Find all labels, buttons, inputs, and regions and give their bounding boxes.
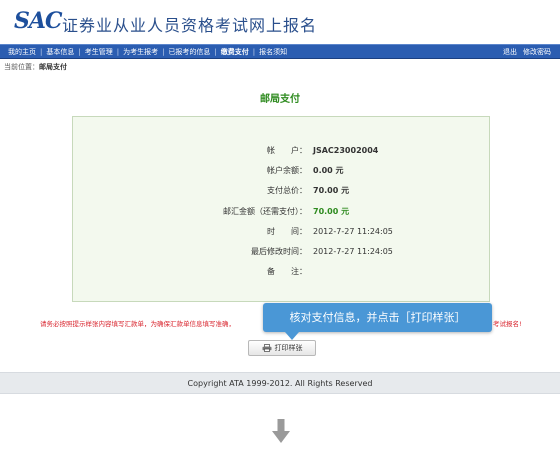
info-label: 备 注： <box>267 267 307 276</box>
info-value: 2012-7-27 11:24:05 <box>313 247 393 256</box>
info-value: 70.00 元 <box>313 207 350 216</box>
info-label: 邮汇金额（还需支付）： <box>223 207 307 216</box>
info-row: 备 注： <box>73 265 491 279</box>
nav-item[interactable]: 报名须知 <box>255 47 291 57</box>
breadcrumb: 当前位置：邮局支付 <box>4 62 67 72</box>
printer-icon <box>262 344 271 352</box>
copyright-text: Copyright ATA 1999-2012. All Rights Rese… <box>187 379 373 388</box>
nav-item[interactable]: 考生管理 <box>81 47 117 57</box>
notice-text: 请务必按照提示样张内容填写汇款单，为确保汇款单信息填写准确， <box>40 320 235 328</box>
breadcrumb-prefix: 当前位置： <box>4 63 39 71</box>
nav-item[interactable]: 基本信息 <box>42 47 78 57</box>
tooltip-arrow <box>285 332 299 340</box>
info-value: 0.00 元 <box>313 166 344 175</box>
print-sample-button[interactable]: 打印样张 <box>248 340 316 356</box>
info-label: 帐 户： <box>267 146 307 155</box>
nav-items: 我的主页 | 基本信息 | 考生管理 | 为考生报考 | 已报考的信息 | 缴费支付 | 报名须知 <box>4 47 291 57</box>
header: SAC 证券业从业人员资格考试网上报名 <box>0 0 560 44</box>
info-row: 邮汇金额（还需支付）： 70.00 元 <box>73 205 491 219</box>
nav-item[interactable]: 我的主页 <box>4 47 40 57</box>
info-label: 最后修改时间： <box>251 247 307 256</box>
nav-item[interactable]: 为考生报考 <box>119 47 162 57</box>
nav-item[interactable]: 缴费支付 <box>217 47 253 57</box>
info-row: 帐 户： JSAC23002004 <box>73 144 491 158</box>
site-title: 证券业从业人员资格考试网上报名 <box>62 16 318 35</box>
notice-text-end: 考试报名! <box>493 320 522 328</box>
print-sample-label: 打印样张 <box>274 344 303 352</box>
info-label: 支付总价： <box>267 186 307 195</box>
sac-logo[interactable]: SAC <box>14 8 62 34</box>
change-password-link[interactable]: 修改密码 <box>520 47 554 57</box>
footer: Copyright ATA 1999-2012. All Rights Rese… <box>0 372 560 394</box>
info-row: 支付总价： 70.00 元 <box>73 184 491 198</box>
info-label: 时 间： <box>267 227 307 236</box>
down-arrow-icon <box>272 419 290 443</box>
nav-right: 退出 修改密码 <box>500 47 554 57</box>
info-row: 最后修改时间： 2012-7-27 11:24:05 <box>73 245 491 259</box>
page-title: 邮局支付 <box>260 94 300 105</box>
info-label: 帐户余额： <box>267 166 307 175</box>
info-value: 2012-7-27 11:24:05 <box>313 227 393 236</box>
info-row: 时 间： 2012-7-27 11:24:05 <box>73 225 491 239</box>
guide-tooltip: 核对支付信息，并点击［打印样张］ <box>263 303 492 340</box>
info-value: JSAC23002004 <box>313 146 379 155</box>
info-value: 70.00 元 <box>313 186 350 195</box>
breadcrumb-current: 邮局支付 <box>39 63 67 71</box>
tooltip-text: 核对支付信息，并点击［打印样张］ <box>289 311 466 324</box>
main-nav: 我的主页 | 基本信息 | 考生管理 | 为考生报考 | 已报考的信息 | 缴费支付 | 报名须知 退出… <box>0 44 560 59</box>
payment-info-panel: 帐 户： JSAC23002004 帐户余额： 0.00 元支付总价： 70.00 元邮… <box>72 116 490 302</box>
info-row: 帐户余额： 0.00 元 <box>73 164 491 178</box>
logout-link[interactable]: 退出 <box>500 47 520 57</box>
nav-item[interactable]: 已报考的信息 <box>164 47 214 57</box>
